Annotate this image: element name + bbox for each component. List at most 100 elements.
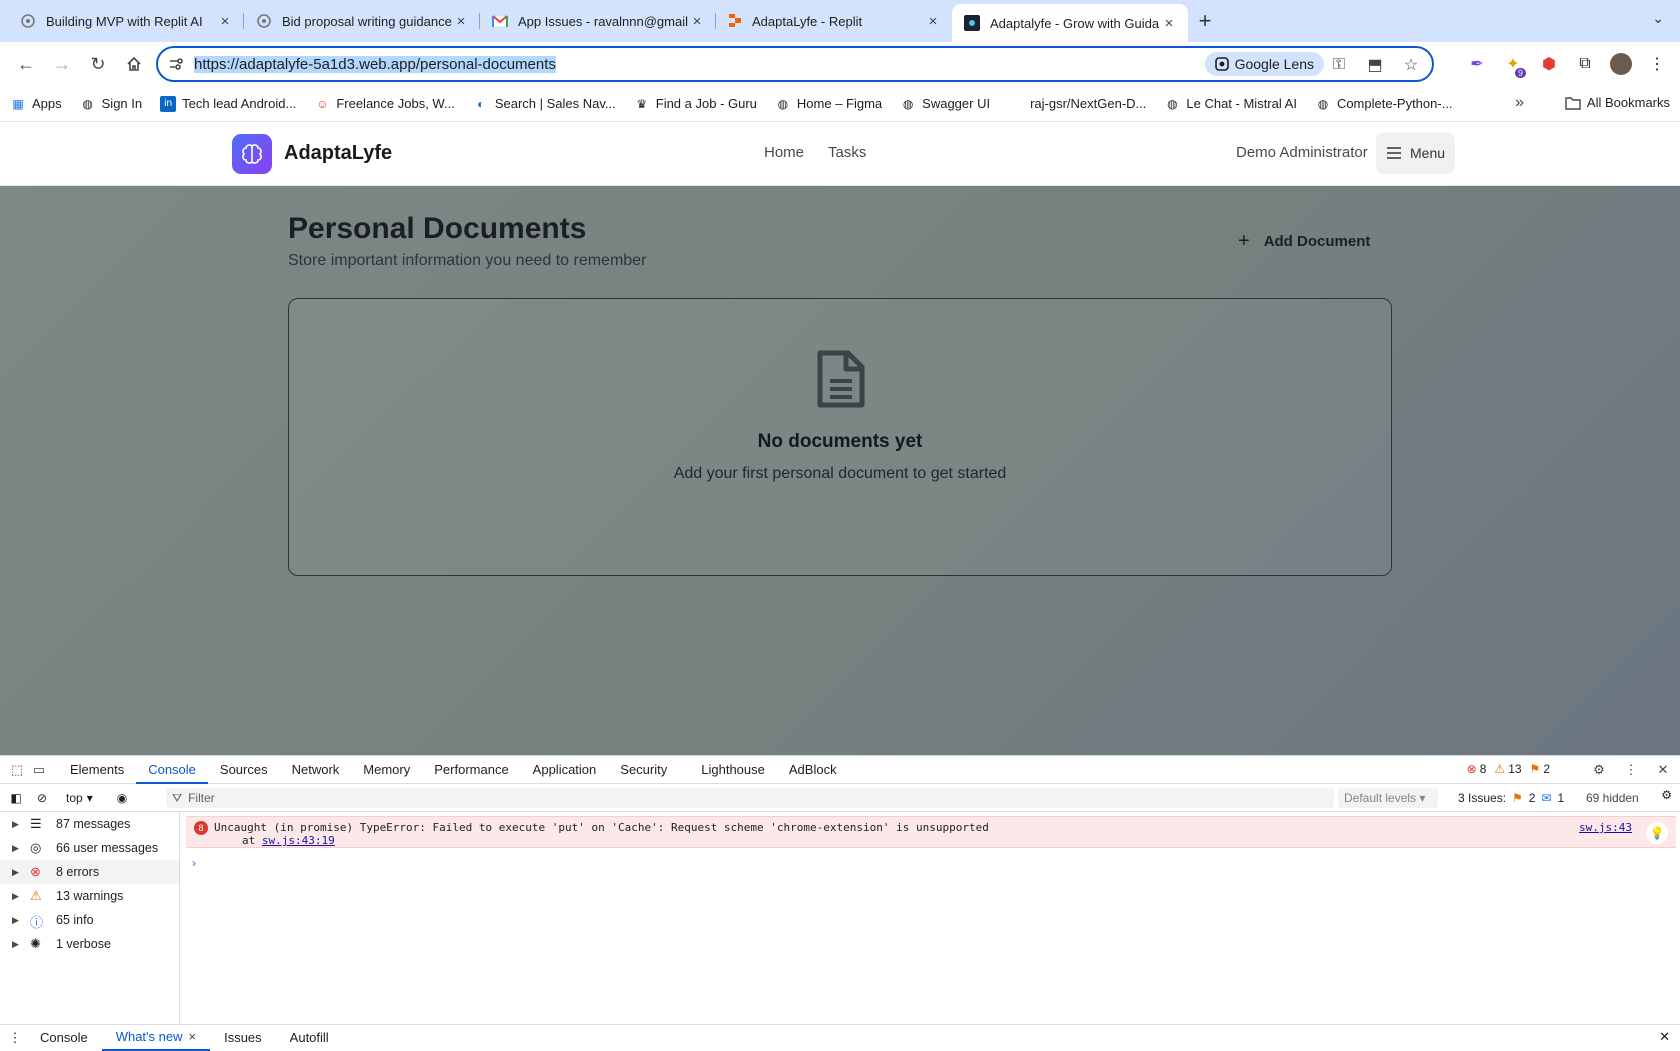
context-selector[interactable]: top ▾ [66, 791, 93, 805]
more-bookmarks-chevron-icon[interactable]: » [1515, 94, 1524, 112]
console-settings-icon[interactable]: ⚙ [1661, 788, 1672, 802]
drawer-tab-autofill[interactable]: Autofill [276, 1025, 343, 1051]
devtools-tab-security[interactable]: Security [608, 756, 679, 784]
devtools-tab-memory[interactable]: Memory [351, 756, 422, 784]
brain-logo-icon[interactable] [232, 134, 272, 174]
new-tab-button[interactable]: + [1188, 4, 1222, 38]
inspect-element-icon[interactable]: ⬚ [6, 759, 28, 781]
nav-home[interactable]: Home [764, 144, 804, 161]
console-filter-input[interactable]: ⛛ Filter [166, 788, 1334, 808]
drawer-tab-whats-new[interactable]: What's new × [101, 1024, 211, 1051]
close-icon[interactable]: × [924, 12, 942, 30]
drawer-tab-issues[interactable]: Issues [210, 1025, 276, 1051]
close-devtools-icon[interactable]: ✕ [1652, 759, 1674, 781]
all-bookmarks-button[interactable]: All Bookmarks [1565, 95, 1670, 110]
browser-tab[interactable]: Building MVP with Replit AI × [8, 4, 244, 38]
google-lens-button[interactable]: Google Lens [1204, 52, 1324, 76]
tab-search-chevron-icon[interactable]: ⌄ [1652, 10, 1664, 27]
tab-title: App Issues - ravalnnn@gmail [518, 13, 688, 29]
user-icon: ◎ [30, 840, 42, 855]
bookmark-sales-nav[interactable]: ◐ Search | Sales Nav... [473, 96, 616, 112]
bookmark-label: Apps [32, 96, 62, 111]
close-icon[interactable]: × [452, 12, 470, 30]
site-settings-icon[interactable] [168, 56, 184, 72]
sidebar-item-errors[interactable]: ▶ ⊗ 8 errors [0, 860, 179, 884]
extensions-area: ✒ ✦ 9 ⬢ ⧉ ⋮ [1462, 46, 1672, 82]
eye-icon[interactable]: ◉ [117, 791, 127, 805]
bookmark-freelancer[interactable]: ☺ Freelance Jobs, W... [314, 96, 455, 112]
bookmark-sign-in[interactable]: ◍ Sign In [80, 96, 142, 112]
close-icon[interactable]: × [688, 12, 706, 30]
folder-icon [1565, 96, 1581, 110]
sidebar-item-messages[interactable]: ▶ ☰ 87 messages [0, 812, 179, 836]
address-bar[interactable]: https://adaptalyfe-5a1d3.web.app/persona… [156, 46, 1434, 82]
browser-tab[interactable]: AdaptaLyfe - Replit × [716, 4, 952, 38]
sidebar-item-warnings[interactable]: ▶ ⚠ 13 warnings [0, 884, 179, 908]
devtools-counters[interactable]: ⊗ 8 ⚠ 13 ⚑ 2 [1467, 762, 1550, 776]
bookmark-swagger[interactable]: ◍ Swagger UI [900, 96, 990, 112]
install-app-icon[interactable]: ⬒ [1364, 54, 1386, 76]
bookmark-star-icon[interactable]: ☆ [1400, 54, 1422, 76]
error-source-link[interactable]: sw.js:43 [1579, 821, 1632, 834]
add-document-button[interactable]: + Add Document [1238, 230, 1370, 253]
brand-name[interactable]: AdaptaLyfe [284, 142, 392, 165]
sidebar-toggle-icon[interactable]: ◧ [8, 791, 24, 805]
back-arrow-icon[interactable]: ← [8, 46, 44, 82]
devtools-tab-adblock[interactable]: AdBlock [777, 756, 849, 784]
avatar[interactable] [1606, 46, 1636, 82]
bookmark-guru[interactable]: ♛ Find a Job - Guru [634, 96, 757, 112]
home-icon[interactable] [116, 46, 152, 82]
pen-extension-icon[interactable]: ✒ [1462, 46, 1492, 82]
bookmark-github[interactable]: raj-gsr/NextGen-D... [1008, 96, 1146, 112]
bookmark-python[interactable]: ◍ Complete-Python-... [1315, 96, 1453, 112]
devtools-tab-elements[interactable]: Elements [58, 756, 136, 784]
log-levels-dropdown[interactable]: Default levels ▾ [1338, 788, 1438, 808]
browser-tab[interactable]: App Issues - ravalnnn@gmail × [480, 4, 716, 38]
sidebar-item-user-messages[interactable]: ▶ ◎ 66 user messages [0, 836, 179, 860]
puzzle-icon[interactable]: ⧉ [1570, 46, 1600, 82]
password-key-icon[interactable]: ⚿ [1328, 54, 1350, 76]
ai-lightbulb-icon[interactable]: 💡 [1646, 822, 1668, 844]
devtools-tab-performance[interactable]: Performance [422, 756, 520, 784]
forward-arrow-icon[interactable]: → [44, 46, 80, 82]
globe-icon: ◍ [902, 96, 914, 111]
console-prompt-chevron-icon[interactable]: › [192, 856, 196, 870]
bookmark-linkedin[interactable]: in Tech lead Android... [160, 95, 296, 112]
close-drawer-icon[interactable]: ✕ [1659, 1029, 1670, 1045]
bookmark-mistral[interactable]: ◍ Le Chat - Mistral AI [1164, 96, 1297, 112]
devtools-tab-sources[interactable]: Sources [208, 756, 280, 784]
browser-tab[interactable]: Bid proposal writing guidance × [244, 4, 480, 38]
bookmark-apps[interactable]: ▦ Apps [10, 96, 62, 112]
menu-button[interactable]: Menu [1376, 132, 1456, 174]
issues-summary[interactable]: 3 Issues: ⚑ 2 ✉ 1 [1458, 791, 1564, 805]
sidebar-item-info[interactable]: ▶ ⓘ 65 info [0, 908, 179, 932]
device-toolbar-icon[interactable]: ▭ [28, 759, 50, 781]
devtools-tab-application[interactable]: Application [521, 756, 609, 784]
devtools-tab-lighthouse[interactable]: Lighthouse [689, 756, 777, 784]
url-text[interactable]: https://adaptalyfe-5a1d3.web.app/persona… [194, 55, 556, 73]
drawer-tab-console[interactable]: Console [26, 1025, 102, 1051]
drawer-menu-icon[interactable]: ⋮ [4, 1030, 26, 1046]
close-icon[interactable]: × [1160, 14, 1178, 32]
extension-badge-icon[interactable]: ✦ 9 [1498, 46, 1528, 82]
console-error-message[interactable]: 8 Uncaught (in promise) TypeError: Faile… [186, 816, 1676, 848]
devtools-tab-console[interactable]: Console [136, 756, 208, 784]
nav-tasks[interactable]: Tasks [828, 144, 866, 161]
bookmark-figma[interactable]: ◍ Home – Figma [775, 96, 883, 112]
sidebar-item-verbose[interactable]: ▶ ✺ 1 verbose [0, 932, 179, 956]
adblock-icon[interactable]: ⬢ [1534, 46, 1564, 82]
clear-console-icon[interactable]: ⊘ [34, 791, 50, 805]
devtools-tab-network[interactable]: Network [280, 756, 352, 784]
stack-link[interactable]: sw.js:43:19 [262, 834, 335, 847]
devtools-drawer: ⋮ Console What's new × Issues Autofill ✕ [0, 1024, 1680, 1051]
settings-gear-icon[interactable]: ⚙ [1588, 759, 1610, 781]
kebab-menu-icon[interactable]: ⋮ [1642, 46, 1672, 82]
reload-icon[interactable]: ↻ [80, 46, 116, 82]
devtools-tabbar: ⬚ ▭ Elements Console Sources Network Mem… [0, 756, 1680, 784]
close-icon[interactable]: × [189, 1024, 197, 1050]
browser-tab-active[interactable]: Adaptalyfe - Grow with Guida × [952, 4, 1188, 42]
close-icon[interactable]: × [216, 12, 234, 30]
kebab-menu-icon[interactable]: ⋮ [1620, 759, 1642, 781]
user-name[interactable]: Demo Administrator [1236, 144, 1368, 161]
bug-icon: ✺ [30, 936, 41, 951]
